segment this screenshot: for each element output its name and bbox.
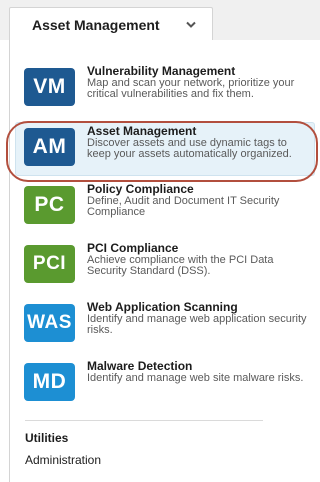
pci-tile-icon: PCI	[24, 245, 75, 283]
menu-item-description: Discover assets and use dynamic tags to …	[87, 137, 292, 160]
menu-item-description: Identify and manage web site malware ris…	[87, 372, 304, 384]
pc-tile-icon: PC	[24, 186, 75, 224]
md-tile-icon: MD	[24, 363, 75, 401]
menu-item-pci-compliance[interactable]: PCI PCI Compliance Achieve compliance wi…	[10, 241, 320, 296]
module-menu-panel: VM Vulnerability Management Map and scan…	[6, 40, 320, 482]
utilities-link-administration[interactable]: Administration	[25, 453, 101, 467]
am-tile-icon: AM	[24, 128, 75, 166]
vm-tile-icon: VM	[24, 68, 75, 106]
menu-item-description: Define, Audit and Document IT Security C…	[87, 195, 280, 218]
menu-item-title: Asset Management	[87, 124, 197, 138]
top-bar: Asset Management	[0, 0, 320, 40]
menu-item-malware-detection[interactable]: MD Malware Detection Identify and manage…	[10, 359, 320, 414]
module-selector-dropdown[interactable]: Asset Management	[9, 7, 213, 40]
menu-item-title: Malware Detection	[87, 359, 193, 373]
module-selector-label: Asset Management	[32, 17, 160, 33]
menu-item-title: PCI Compliance	[87, 241, 179, 255]
menu-item-description: Achieve compliance with the PCI Data Sec…	[87, 254, 274, 277]
utilities-heading: Utilities	[25, 431, 69, 445]
menu-item-title: Vulnerability Management	[87, 64, 236, 78]
menu-item-title: Web Application Scanning	[87, 300, 238, 314]
menu-item-policy-compliance[interactable]: PC Policy Compliance Define, Audit and D…	[10, 182, 320, 237]
menu-item-vulnerability-management[interactable]: VM Vulnerability Management Map and scan…	[10, 64, 320, 119]
was-tile-icon: WAS	[24, 304, 75, 342]
menu-item-description: Identify and manage web application secu…	[87, 313, 307, 336]
section-divider	[25, 420, 263, 421]
menu-item-title: Policy Compliance	[87, 182, 194, 196]
menu-item-web-application-scanning[interactable]: WAS Web Application Scanning Identify an…	[10, 300, 320, 355]
menu-item-description: Map and scan your network, prioritize yo…	[87, 77, 295, 100]
menu-item-asset-management[interactable]: AM Asset Management Discover assets and …	[6, 121, 320, 184]
chevron-down-icon	[186, 21, 196, 28]
